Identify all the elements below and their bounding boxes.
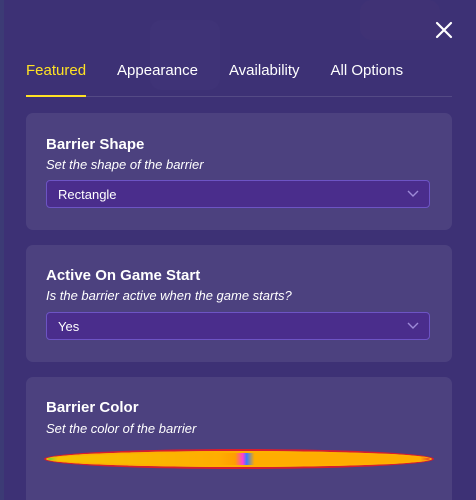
card-title: Active On Game Start — [46, 267, 201, 284]
tab-all-options[interactable]: All Options — [331, 58, 404, 96]
close-icon — [435, 21, 453, 39]
select-value: Yes — [58, 319, 80, 334]
barrier-color-card: Barrier Color Set the color of the barri… — [26, 377, 452, 500]
barrier-shape-card: Barrier Shape Set the shape of the barri… — [26, 113, 452, 230]
active-on-start-card: Active On Game Start Is the barrier acti… — [26, 245, 452, 362]
chevron-down-icon — [407, 322, 419, 329]
chevron-down-icon — [407, 190, 419, 197]
card-subtitle: Set the color of the barrier — [46, 421, 197, 436]
card-title: Barrier Shape — [46, 136, 145, 153]
active-on-start-select[interactable]: Yes — [46, 312, 430, 340]
tab-availability[interactable]: Availability — [229, 58, 300, 96]
card-subtitle: Is the barrier active when the game star… — [46, 288, 292, 303]
select-value: Rectangle — [58, 187, 117, 202]
barrier-shape-select[interactable]: Rectangle — [46, 180, 430, 208]
barrier-color-picker[interactable] — [46, 451, 432, 467]
close-button[interactable] — [432, 18, 456, 42]
card-subtitle: Set the shape of the barrier — [46, 157, 204, 172]
tab-bar: Featured Appearance Availability All Opt… — [26, 58, 452, 97]
tab-appearance[interactable]: Appearance — [117, 58, 198, 96]
tab-featured[interactable]: Featured — [26, 58, 87, 97]
card-title: Barrier Color — [46, 399, 139, 416]
settings-panel: Featured Appearance Availability All Opt… — [0, 0, 476, 500]
